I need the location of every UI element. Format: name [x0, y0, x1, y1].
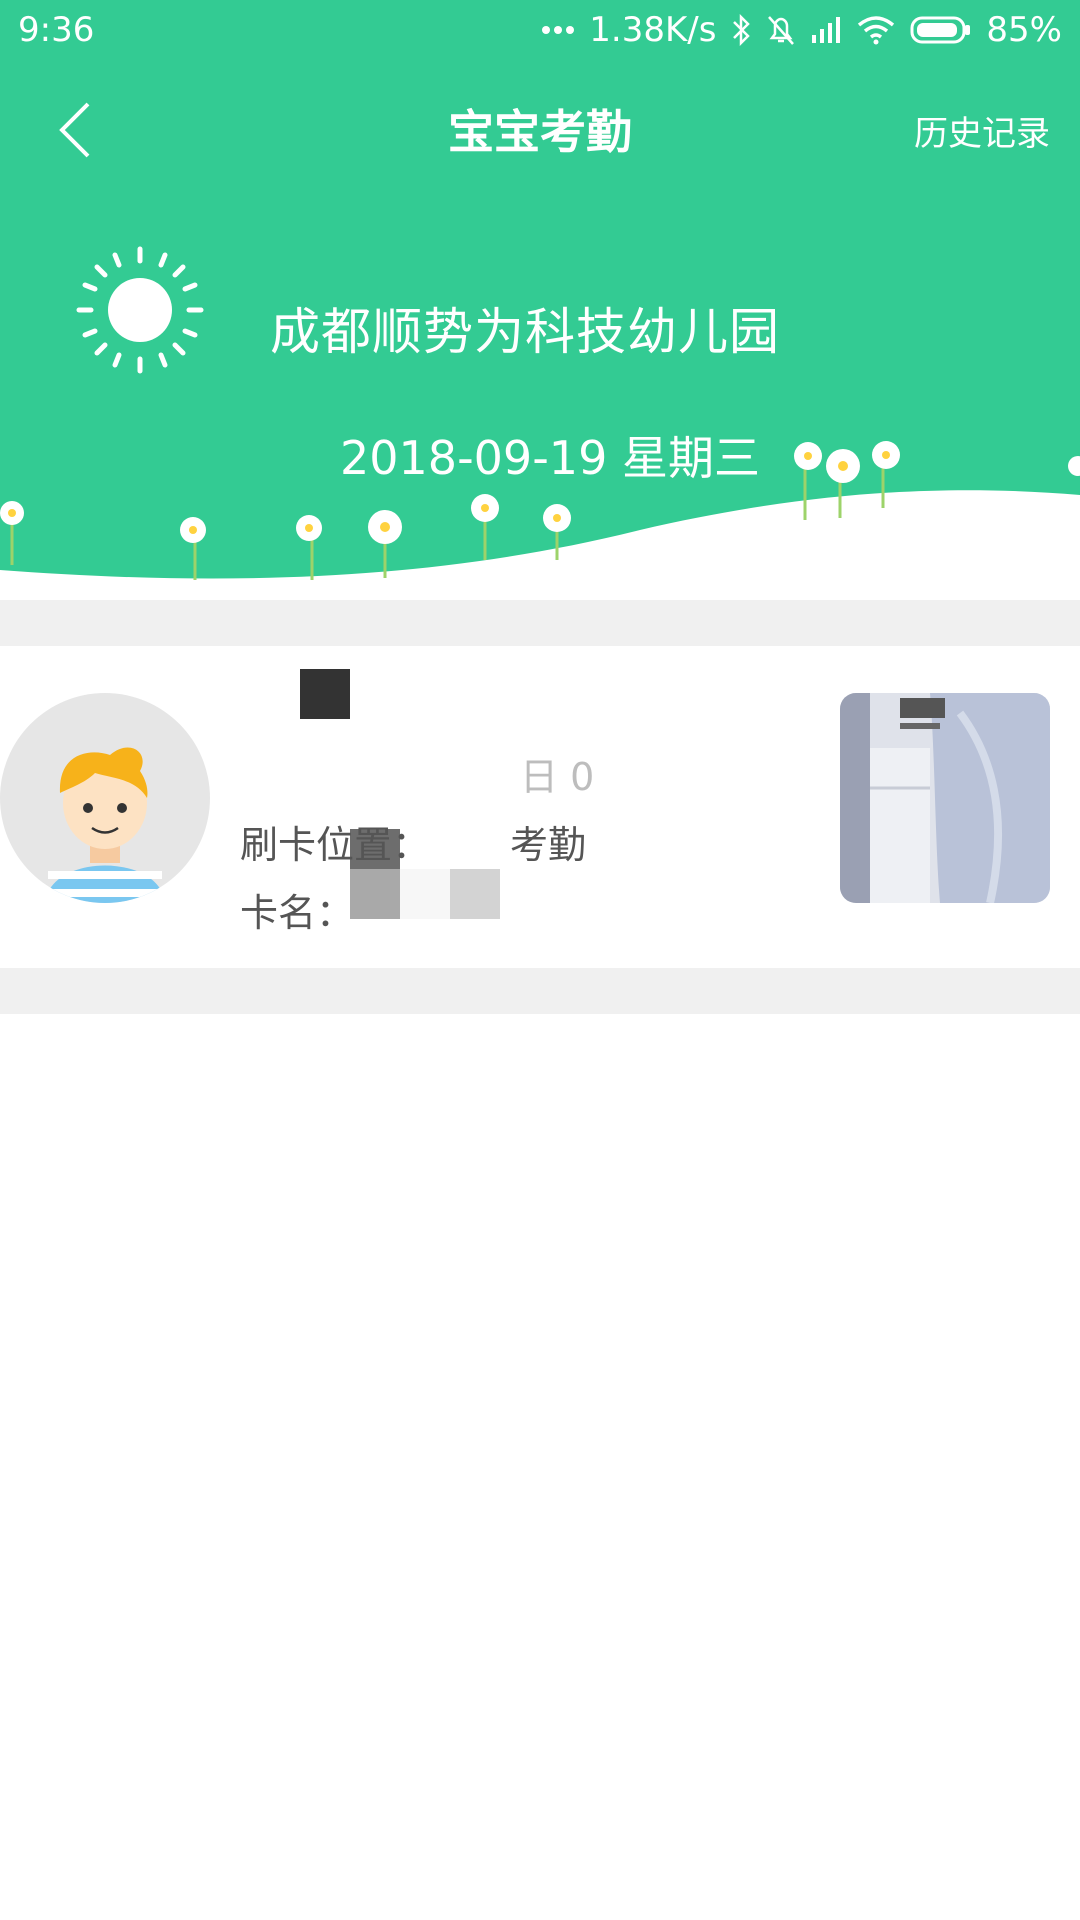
more-dots-icon	[542, 26, 575, 34]
redacted-block	[400, 869, 450, 919]
redacted-block	[450, 869, 500, 919]
network-speed: 1.38K/s	[589, 10, 717, 50]
swipe-time-partial: 日 0	[520, 755, 595, 799]
chevron-left-icon	[59, 102, 90, 158]
header-banner: 9:36 1.38K/s 85% 宝宝考勤 历史记录 成都顺势为科技幼儿园 20…	[0, 0, 1080, 600]
battery-percent: 85%	[986, 10, 1062, 50]
swipe-time-text: 日 0	[240, 746, 594, 801]
back-button[interactable]	[40, 90, 110, 170]
bluetooth-icon	[733, 14, 751, 46]
history-button[interactable]: 历史记录	[914, 106, 1050, 155]
signal-icon	[812, 17, 841, 43]
camera-snapshot-image	[840, 693, 1050, 903]
hill-with-flowers-decoration	[0, 441, 1080, 600]
card-name-text: 卡名：	[240, 882, 354, 937]
divider-band	[0, 600, 1080, 646]
redacted-block	[300, 669, 350, 719]
divider-band	[0, 968, 1080, 1014]
status-time: 9:36	[18, 10, 95, 50]
mute-bell-icon	[768, 16, 795, 45]
swipe-location-text: 刷卡位置： 考勤	[240, 814, 586, 869]
wifi-icon	[858, 16, 895, 45]
status-bar: 9:36 1.38K/s 85%	[0, 0, 1080, 60]
sun-icon	[76, 246, 204, 374]
boy-avatar-icon	[45, 747, 165, 903]
child-avatar	[0, 693, 210, 903]
status-icons: 1.38K/s 85%	[541, 10, 1062, 50]
location-label: 刷卡位置：	[240, 823, 431, 867]
battery-icon	[910, 16, 971, 44]
swipe-photo-thumbnail[interactable]	[840, 693, 1050, 903]
redacted-block	[350, 869, 400, 919]
attendance-record-card[interactable]: 日 0 刷卡位置： 考勤 卡名：	[0, 646, 1080, 968]
school-name: 成都顺势为科技幼儿园	[270, 303, 780, 361]
location-value: 考勤	[510, 823, 587, 867]
card-name-label: 卡名：	[240, 891, 355, 935]
